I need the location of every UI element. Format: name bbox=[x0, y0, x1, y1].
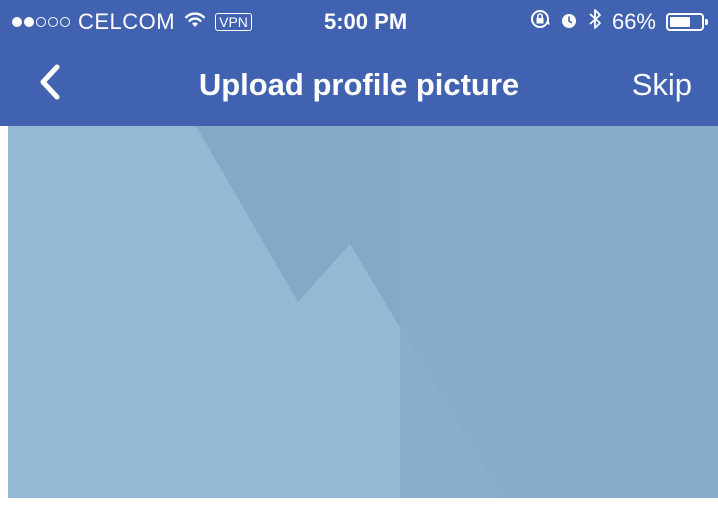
chevron-left-icon bbox=[38, 63, 62, 106]
navigation-bar: Upload profile picture Skip bbox=[0, 44, 718, 126]
bluetooth-icon bbox=[588, 8, 602, 36]
skip-button[interactable]: Skip bbox=[632, 66, 692, 104]
status-bar: CELCOM VPN 5:00 PM 66% bbox=[0, 0, 718, 44]
orientation-lock-icon bbox=[530, 9, 550, 35]
carrier-name: CELCOM bbox=[78, 9, 176, 34]
back-button[interactable] bbox=[28, 62, 72, 106]
alarm-icon bbox=[560, 9, 578, 35]
status-left: CELCOM VPN bbox=[12, 9, 252, 35]
signal-strength-icon bbox=[12, 17, 70, 27]
profile-picture-placeholder[interactable] bbox=[8, 126, 718, 498]
battery-icon bbox=[666, 13, 708, 31]
battery-percent: 66% bbox=[611, 9, 656, 34]
signal-dot bbox=[24, 17, 34, 27]
status-right: 66% bbox=[530, 8, 708, 36]
bottom-area bbox=[0, 498, 718, 528]
vpn-badge: VPN bbox=[215, 13, 252, 31]
placeholder-mountain-graphic bbox=[8, 126, 718, 498]
battery-level-fill bbox=[670, 17, 690, 27]
status-time: 5:00 PM bbox=[324, 9, 408, 34]
signal-dot bbox=[36, 17, 46, 27]
battery-tip bbox=[705, 19, 708, 25]
upload-profile-picture-screen: CELCOM VPN 5:00 PM 66% Upload profile pi… bbox=[0, 0, 718, 528]
page-title: Upload profile picture bbox=[198, 67, 520, 102]
wifi-icon bbox=[183, 9, 207, 35]
header: CELCOM VPN 5:00 PM 66% Upload profile pi… bbox=[0, 0, 718, 126]
signal-dot bbox=[48, 17, 58, 27]
signal-dot bbox=[60, 17, 70, 27]
signal-dot bbox=[12, 17, 22, 27]
